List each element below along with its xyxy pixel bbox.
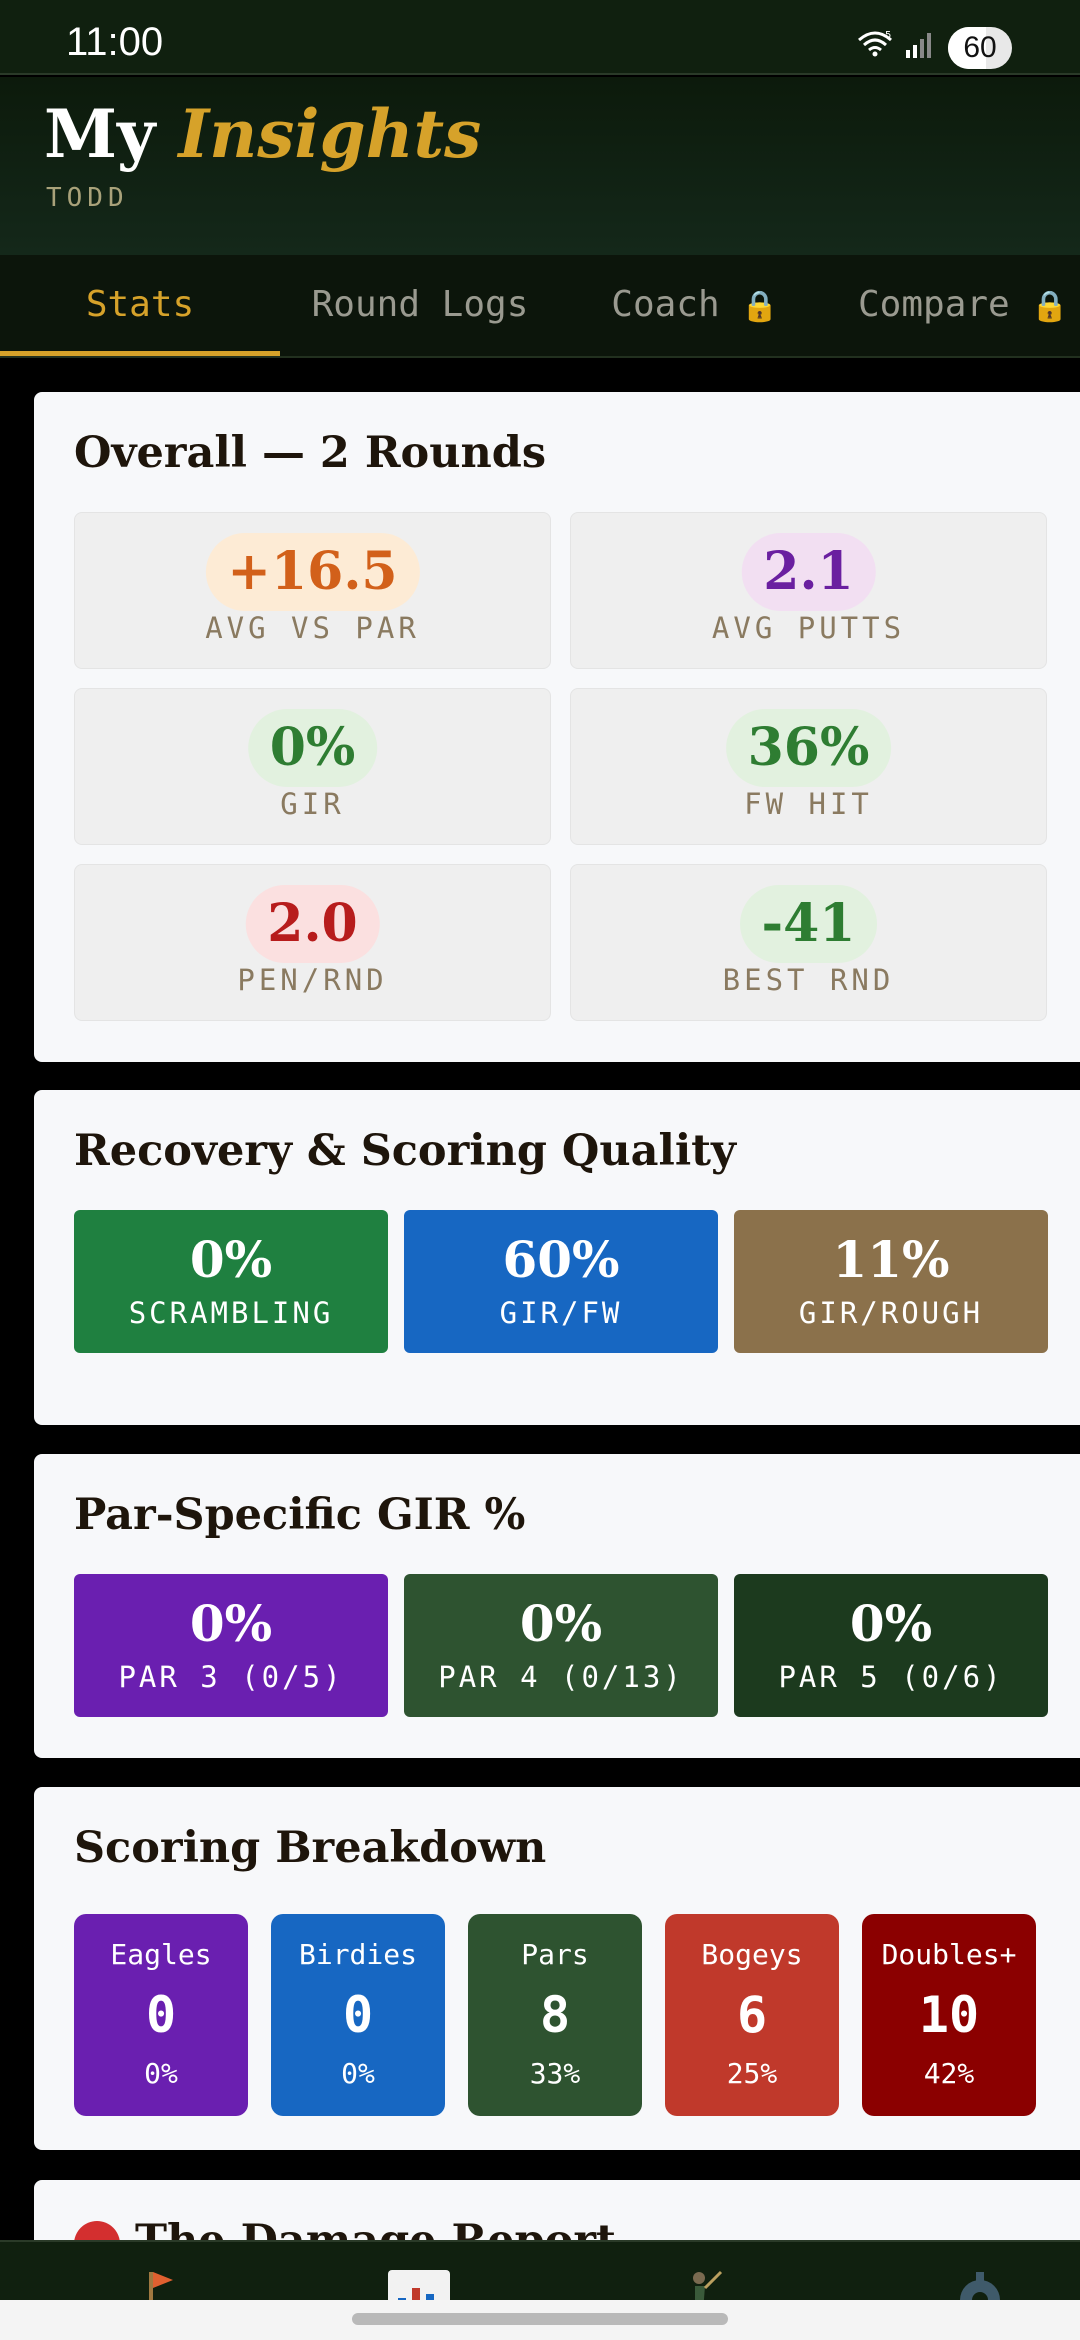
tile-value: 11% — [832, 1230, 950, 1289]
stat-label: AVG PUTTS — [711, 611, 906, 645]
recovery-card: Recovery & Scoring Quality 0% SCRAMBLING 6… — [34, 1090, 1080, 1425]
tile-value: 0% — [189, 1230, 273, 1289]
tab-coach[interactable]: Coach 🔒 — [595, 255, 795, 356]
score-count: 0 — [342, 1986, 374, 2044]
tab-round-logs[interactable]: Round Logs — [290, 255, 550, 356]
par_gir-tile: 0% PAR 3 (0/5) — [74, 1574, 388, 1717]
score-name: Birdies — [298, 1938, 417, 1971]
score-tile-doubles: Doubles+ 10 42% — [862, 1914, 1036, 2116]
app-header: My Insights TODD — [0, 77, 1080, 255]
tab-label: Compare — [858, 284, 1010, 325]
stat-value: +16.5 — [205, 533, 420, 611]
battery-icon: 60 — [948, 27, 1012, 69]
score-name: Pars — [521, 1938, 589, 1971]
stat-value: -41 — [739, 885, 878, 963]
status-time: 11:00 — [66, 20, 164, 64]
tile-value: 0% — [849, 1594, 933, 1653]
par_gir-tile: 0% PAR 5 (0/6) — [734, 1574, 1048, 1717]
tile-value: 0% — [519, 1594, 603, 1653]
score-count: 6 — [736, 1986, 768, 2044]
tile-label: GIR/ROUGH — [798, 1296, 984, 1330]
active-tab-indicator — [0, 351, 280, 356]
user-name: TODD — [46, 183, 129, 213]
stat-label: AVG VS PAR — [205, 611, 420, 645]
signal-icon — [906, 33, 931, 58]
status-bar: 11:00 5 60 — [0, 0, 1080, 75]
stat-tile: -41 BEST RND — [570, 864, 1047, 1021]
score-tile-pars: Pars 8 33% — [468, 1914, 642, 2116]
recovery-tile: 60% GIR/FW — [404, 1210, 718, 1353]
par_gir-tile: 0% PAR 4 (0/13) — [404, 1574, 718, 1717]
tile-label: GIR/FW — [499, 1296, 623, 1330]
score-name: Doubles+ — [881, 1938, 1017, 1971]
stat-label: BEST RND — [722, 963, 895, 997]
score-pct: 0% — [144, 2057, 178, 2090]
par-gir-title: Par-Specific GIR % — [74, 1490, 526, 1540]
stat-label: FW HIT — [744, 787, 873, 821]
tab-stats[interactable]: Stats — [0, 255, 280, 356]
stat-label: PEN/RND — [237, 963, 388, 997]
lock-icon: 🔒 — [741, 289, 779, 324]
battery-level: 60 — [963, 31, 997, 64]
score-count: 8 — [539, 1986, 571, 2044]
stat-value: 0% — [247, 709, 378, 787]
recovery-tile: 0% SCRAMBLING — [74, 1210, 388, 1353]
tile-value: 60% — [502, 1230, 620, 1289]
score-pct: 33% — [529, 2057, 581, 2090]
lock-icon: 🔒 — [1031, 289, 1069, 324]
stat-label: GIR — [280, 787, 345, 821]
tab-bar: Stats Round Logs Coach 🔒 Compare 🔒 — [0, 255, 1080, 358]
tab-label: Round Logs — [311, 284, 529, 325]
tile-label: SCRAMBLING — [128, 1296, 334, 1330]
par-gir-card: Par-Specific GIR % 0% PAR 3 (0/5) 0% PAR 4 … — [34, 1454, 1080, 1758]
score-tile-eagles: Eagles 0 0% — [74, 1914, 248, 2116]
score-tile-birdies: Birdies 0 0% — [271, 1914, 445, 2116]
score-name: Bogeys — [701, 1938, 803, 1971]
stat-tile: +16.5 AVG VS PAR — [74, 512, 551, 669]
page-title: My Insights — [44, 95, 481, 173]
stat-tile: 2.0 PEN/RND — [74, 864, 551, 1021]
recovery-tile: 11% GIR/ROUGH — [734, 1210, 1048, 1353]
stat-value: 36% — [725, 709, 892, 787]
tab-compare[interactable]: Compare 🔒 — [858, 255, 1080, 356]
overall-card: Overall — 2 Rounds +16.5 AVG VS PAR 2.1 AVG… — [34, 392, 1080, 1062]
stat-value: 2.0 — [245, 885, 380, 963]
score-pct: 42% — [923, 2057, 975, 2090]
tile-label: PAR 3 (0/5) — [118, 1660, 344, 1694]
title-plain: My — [44, 95, 156, 173]
tile-value: 0% — [189, 1594, 273, 1653]
score-pct: 0% — [341, 2057, 375, 2090]
stat-tile: 36% FW HIT — [570, 688, 1047, 845]
wifi-icon: 5 — [858, 30, 892, 57]
score-tile-bogeys: Bogeys 6 25% — [665, 1914, 839, 2116]
title-accent: Insights — [178, 95, 482, 173]
score-count: 10 — [918, 1986, 980, 2044]
score-pct: 25% — [726, 2057, 778, 2090]
scoring-card: Scoring Breakdown Eagles 0 0% Birdies 0 0% Par… — [34, 1787, 1080, 2150]
tile-label: PAR 5 (0/6) — [778, 1660, 1004, 1694]
score-count: 0 — [145, 1986, 177, 2044]
stat-tile: 0% GIR — [74, 688, 551, 845]
recovery-title: Recovery & Scoring Quality — [74, 1126, 737, 1176]
tile-label: PAR 4 (0/13) — [438, 1660, 684, 1694]
home-indicator[interactable] — [352, 2313, 728, 2325]
scoring-title: Scoring Breakdown — [74, 1823, 547, 1873]
overall-title: Overall — 2 Rounds — [74, 428, 547, 478]
tab-label: Stats — [85, 284, 195, 325]
tab-label: Coach — [611, 284, 720, 325]
network-badge: 5 — [885, 30, 891, 41]
score-name: Eagles — [110, 1938, 212, 1971]
stat-value: 2.1 — [741, 533, 876, 611]
stat-tile: 2.1 AVG PUTTS — [570, 512, 1047, 669]
